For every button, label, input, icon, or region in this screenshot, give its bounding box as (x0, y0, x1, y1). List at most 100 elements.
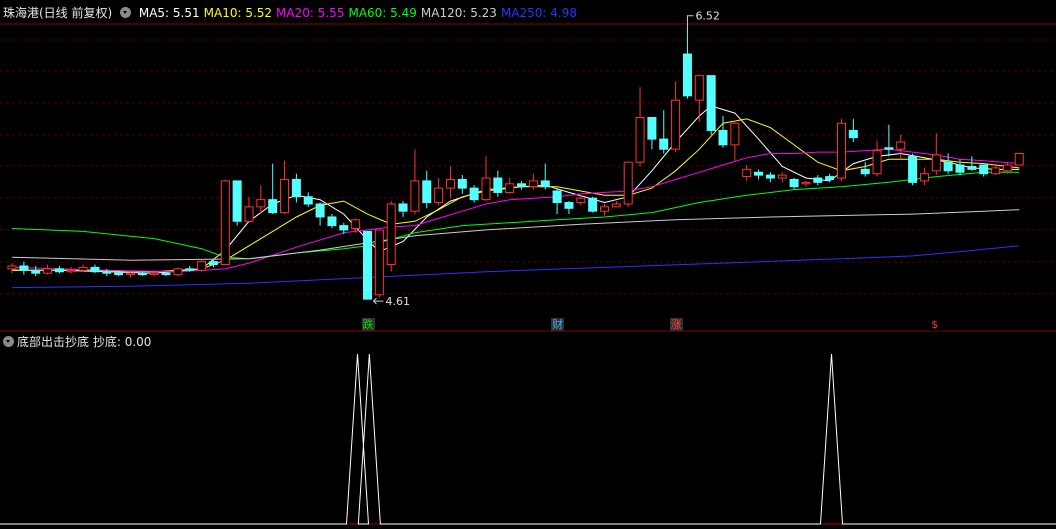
candle (457, 175, 467, 194)
candle-body (706, 75, 716, 131)
candle (919, 167, 929, 186)
ma-line-ma10 (12, 118, 1020, 273)
candle (422, 170, 432, 209)
candle-body (896, 141, 906, 150)
candle-body (813, 177, 823, 183)
candle-body (90, 266, 100, 273)
candle (398, 201, 408, 217)
candle (208, 258, 218, 268)
candle-body (967, 165, 977, 170)
candle-body (291, 178, 301, 198)
ma-legend-item: MA5: 5.51 (138, 6, 200, 20)
candle-body (528, 180, 538, 188)
candle (173, 267, 183, 277)
candle-body (66, 269, 76, 273)
candle-body (860, 168, 870, 175)
candle-body (789, 178, 799, 188)
candle (291, 173, 301, 203)
ma-line-ma60 (11, 171, 1020, 260)
price-extreme-labels: 6.52 4.61 (373, 10, 720, 308)
moving-average-lines (11, 105, 1020, 289)
indicator-collapse-icon[interactable] (3, 336, 14, 347)
candle (718, 116, 728, 148)
candle (374, 229, 384, 298)
candle-body (623, 161, 633, 205)
candle (505, 178, 515, 194)
candle-body (422, 180, 432, 204)
candle-body (765, 174, 775, 179)
collapse-icon[interactable] (120, 7, 132, 18)
candle-body (232, 180, 242, 222)
candle (280, 160, 290, 215)
candle-body (931, 154, 941, 172)
candle-body (730, 122, 740, 146)
candle (706, 75, 716, 135)
candle (54, 265, 64, 274)
candle-body (564, 202, 574, 209)
candle-body (611, 203, 621, 208)
candle (66, 267, 76, 274)
candle-body (445, 178, 455, 189)
candle-body (1002, 164, 1012, 172)
candle (517, 180, 527, 190)
candle (777, 172, 787, 183)
ma-line-ma20 (11, 148, 1020, 273)
candle (730, 120, 740, 161)
candle-body (588, 197, 598, 212)
candle (694, 75, 704, 122)
candle-body (268, 199, 278, 214)
ma-legend-item: MA120: 5.23 (420, 6, 497, 20)
candle-body (173, 268, 183, 276)
candle (244, 196, 254, 223)
stock-title: 珠海港(日线 前复权) (3, 6, 113, 20)
indicator-header: 底部出击抄底 抄底: 0.00 (0, 334, 151, 350)
event-marker[interactable]: 涨 (669, 318, 683, 331)
ma-line-ma250 (11, 245, 1020, 289)
event-marker[interactable]: 财 (551, 318, 565, 331)
candle-body (991, 167, 1001, 175)
candle (754, 169, 764, 180)
candle-body (208, 261, 218, 266)
candle-body (884, 147, 894, 150)
candle-body (374, 229, 384, 296)
candle (256, 185, 266, 215)
candle (682, 23, 692, 99)
candle-body (197, 261, 207, 271)
stock-chart[interactable]: 6.52 4.61 (0, 0, 1056, 529)
candle (31, 265, 41, 277)
candle-body (280, 178, 290, 214)
high-price-arrow (686, 15, 694, 24)
candle (481, 156, 491, 202)
candle-body (161, 272, 171, 276)
candle-body (434, 187, 444, 204)
candle-body (398, 203, 408, 212)
candle-body (505, 183, 515, 193)
candle-body (647, 116, 657, 140)
candle (19, 261, 29, 275)
candle-body (220, 180, 230, 266)
candle (908, 153, 918, 186)
event-marker[interactable]: $ (930, 318, 940, 331)
candle (434, 178, 444, 206)
candle (303, 192, 313, 207)
candle-body (552, 190, 562, 204)
event-marker[interactable]: 跌 (361, 318, 375, 331)
candle-body (102, 271, 112, 274)
candle-body (540, 180, 550, 188)
candle (197, 260, 207, 272)
candle (979, 164, 989, 177)
candle-body (754, 171, 764, 176)
candle-body (908, 155, 918, 183)
candle-body (682, 53, 692, 97)
candle-body (659, 138, 669, 150)
candle-body (848, 129, 858, 139)
candle-body (31, 269, 41, 274)
low-price-arrow (373, 297, 384, 305)
candle (493, 170, 503, 197)
candle-body (126, 272, 135, 276)
candle (540, 163, 550, 190)
candle-body (54, 268, 64, 273)
ma-line-ma120 (11, 209, 1020, 261)
candle-body (600, 206, 609, 212)
candle-body (327, 216, 337, 227)
